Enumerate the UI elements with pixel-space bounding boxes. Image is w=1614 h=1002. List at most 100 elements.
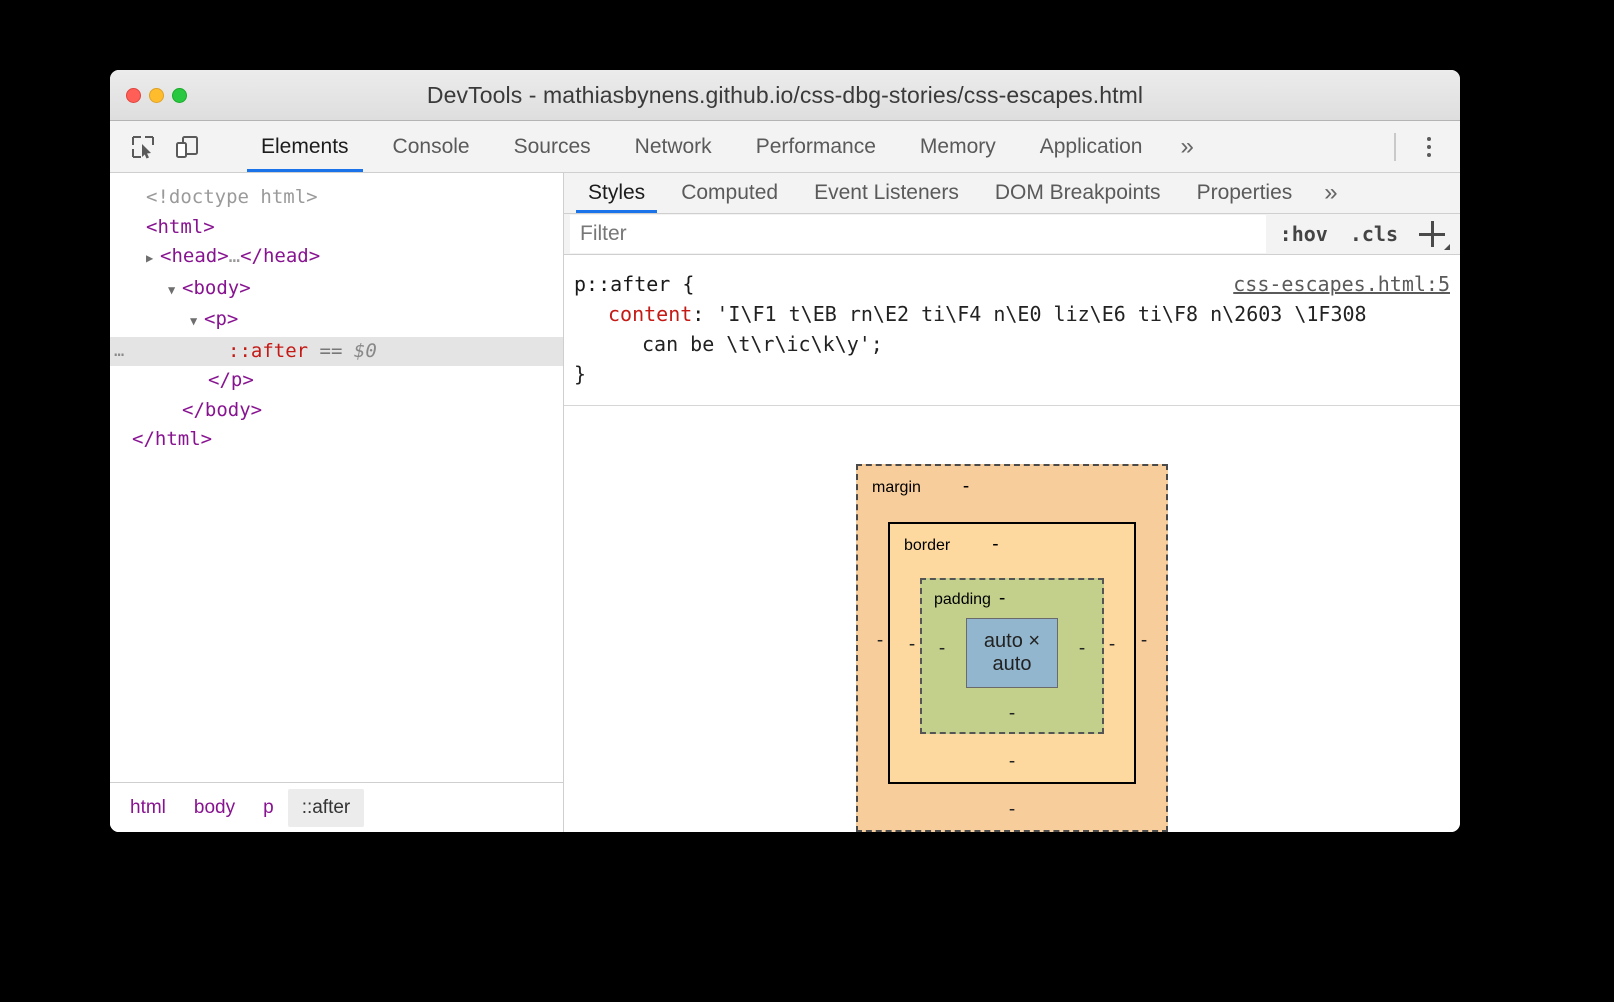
tab-console[interactable]: Console [371,121,492,172]
device-toolbar-icon[interactable] [170,130,204,164]
tab-elements-label: Elements [261,134,349,158]
tab-computed-label: Computed [681,181,779,204]
dom-node-doctype[interactable]: <!doctype html> [110,183,563,213]
inspect-element-icon[interactable] [126,130,160,164]
tab-console-label: Console [392,134,470,158]
box-model-margin[interactable]: margin - - border - - padding - - auto ×… [856,464,1168,832]
box-model-margin-row: - border - - padding - - auto × auto - -… [872,498,1152,784]
dom-node-after-selected[interactable]: …::after == $0 [110,336,563,367]
box-model-padding-row: - auto × auto - [934,610,1090,688]
tag-p-close: </p> [208,369,254,391]
overflow-ellipsis-icon[interactable]: … [114,337,125,367]
box-model-border-top[interactable]: - [992,534,998,556]
box-model-padding-right[interactable]: - [1074,638,1090,660]
breadcrumb-item-body[interactable]: body [180,789,249,827]
box-model-padding-bottom[interactable]: - [934,704,1090,724]
tab-memory[interactable]: Memory [898,121,1018,172]
devtools-window: DevTools - mathiasbynens.github.io/css-d… [110,70,1460,832]
tab-application[interactable]: Application [1018,121,1165,172]
tag-html-close: </html> [132,428,213,450]
tag-body-close: </body> [182,398,263,421]
styles-pane-tabs: Styles Computed Event Listeners DOM Brea… [564,173,1460,214]
elements-panel: <!doctype html> <html> ▶ <head>…</head> ▼… [110,173,564,832]
panel-tabs: Elements Console Sources Network Perform… [239,121,1210,172]
devtools-toolbar: Elements Console Sources Network Perform… [110,121,1460,173]
css-rule-block: p::after { css-escapes.html:5 content: '… [564,255,1460,406]
box-model-content[interactable]: auto × auto [966,618,1058,688]
tab-sources[interactable]: Sources [492,121,613,172]
dom-node-body-close[interactable]: </body> [110,396,563,426]
minimize-button[interactable] [149,87,164,103]
css-selector[interactable]: p::after { [574,269,694,299]
css-source-link[interactable]: css-escapes.html:5 [1233,269,1450,299]
filter-input[interactable] [570,215,1266,253]
tab-properties-label: Properties [1196,181,1293,204]
box-model-padding-header: padding - [934,588,1090,610]
box-model-margin-top[interactable]: - [963,476,969,498]
breadcrumb-item-html[interactable]: html [116,789,180,827]
maximize-button[interactable] [172,87,187,103]
tab-dom-breakpoints[interactable]: DOM Breakpoints [977,173,1179,213]
dom-node-p[interactable]: ▼ <p> [110,305,563,337]
dom-node-head[interactable]: ▶ <head>…</head> [110,242,563,274]
tab-event-listeners[interactable]: Event Listeners [796,173,977,213]
close-button[interactable] [126,87,141,103]
box-model-border-bottom[interactable]: - [904,752,1120,772]
box-model-border-right[interactable]: - [1104,634,1120,656]
toolbar-right-group [1378,121,1460,172]
css-property-value-line1[interactable]: 'I\F1 t\EB rn\E2 ti\F4 n\E0 liz\E6 ti\F8… [704,302,1366,326]
tab-network-label: Network [634,134,712,158]
plus-icon[interactable] [1412,214,1452,254]
window-titlebar: DevTools - mathiasbynens.github.io/css-d… [110,70,1460,121]
styles-more-tabs-chevron-icon[interactable]: » [1310,173,1351,213]
tag-head-open: <head> [160,245,229,267]
tab-styles[interactable]: Styles [570,173,663,213]
box-model-diagram: margin - - border - - padding - - auto ×… [564,406,1460,832]
box-model-border-row: - padding - - auto × auto - - - [904,556,1120,734]
tag-p-open: <p> [204,308,239,330]
box-model-padding[interactable]: padding - - auto × auto - - [920,578,1104,734]
styles-filter-bar: :hov .cls [564,214,1460,255]
dom-node-html-open[interactable]: <html> [110,213,563,243]
css-property-name[interactable]: content [608,302,692,326]
tab-computed[interactable]: Computed [663,173,796,213]
box-model-margin-bottom[interactable]: - [872,800,1152,820]
box-model-padding-left[interactable]: - [934,638,950,660]
toggle-pseudo-classes-button[interactable]: :hov [1272,218,1336,250]
breadcrumb: html body p ::after [110,782,563,832]
more-tabs-chevron-icon[interactable]: » [1164,121,1209,172]
tag-html-open: <html> [146,215,215,238]
twisty-expanded-icon-p[interactable]: ▼ [190,307,204,337]
dom-node-body[interactable]: ▼ <body> [110,274,563,306]
breadcrumb-item-p[interactable]: p [249,789,288,827]
toggle-element-classes-button[interactable]: .cls [1342,218,1406,250]
tab-properties[interactable]: Properties [1179,173,1311,213]
tab-event-listeners-label: Event Listeners [814,181,959,204]
box-model-padding-top[interactable]: - [999,588,1005,610]
dom-node-p-close[interactable]: </p> [110,366,563,396]
tab-memory-label: Memory [919,134,996,158]
box-model-border[interactable]: border - - padding - - auto × auto - - -… [888,522,1136,784]
twisty-expanded-icon-body[interactable]: ▼ [168,276,182,306]
kebab-menu-icon[interactable] [1412,130,1446,164]
eq-sign: == [319,339,343,362]
box-model-border-left[interactable]: - [904,634,920,656]
tag-body-open: <body> [182,276,251,299]
tab-performance[interactable]: Performance [734,121,898,172]
css-property-value-line2[interactable]: can be \t\r\ic\k\y'; [642,332,883,356]
tab-styles-label: Styles [588,181,646,204]
tab-elements[interactable]: Elements [239,121,371,172]
toolbar-icon-group [110,121,239,172]
toolbar-divider-right [1394,132,1396,161]
twisty-collapsed-icon[interactable]: ▶ [146,244,160,274]
traffic-lights [110,87,187,103]
tab-network[interactable]: Network [613,121,734,172]
box-model-margin-left[interactable]: - [872,630,888,652]
pseudo-after-label: ::after [228,339,309,362]
devtools-body: <!doctype html> <html> ▶ <head>…</head> ▼… [110,173,1460,832]
breadcrumb-item-after[interactable]: ::after [287,788,365,827]
css-colon: : [692,302,705,326]
css-declaration[interactable]: content: 'I\F1 t\EB rn\E2 ti\F4 n\E0 liz… [574,299,1450,329]
dom-node-html-close[interactable]: </html> [110,425,563,455]
box-model-margin-right[interactable]: - [1136,630,1152,652]
